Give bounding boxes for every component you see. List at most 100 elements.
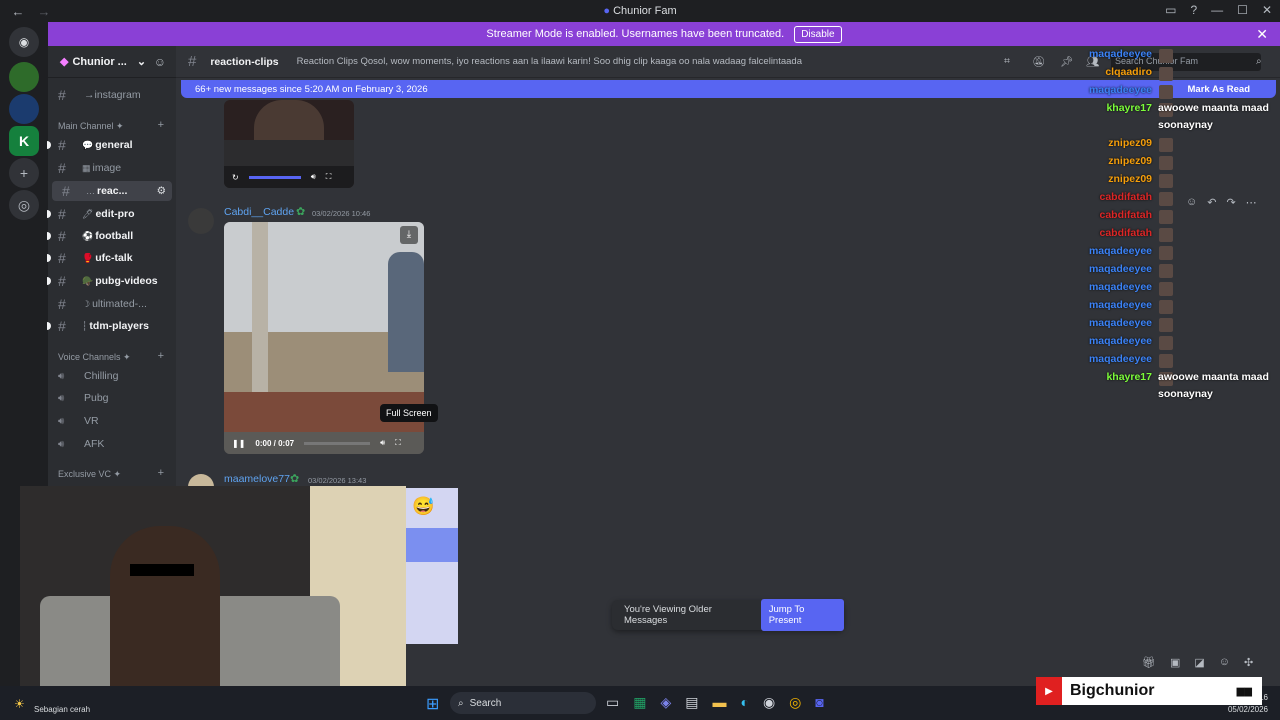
more-icon[interactable]: ⋯ xyxy=(1246,196,1257,209)
overlay-username: cabdifatah xyxy=(1099,209,1152,221)
weather-text: Sebagian cerah xyxy=(34,705,91,714)
overlay-avatar xyxy=(1159,336,1173,350)
discord-taskbar-icon[interactable]: ◙ xyxy=(815,694,823,711)
youtube-icon: ▶ xyxy=(1036,677,1062,705)
jump-to-present-button[interactable]: Jump To Present xyxy=(760,599,844,631)
volume-icon[interactable]: 🔊︎ xyxy=(311,172,316,182)
message-author[interactable]: maamelove77 xyxy=(224,473,290,485)
hash-icon: # xyxy=(58,137,66,153)
overlay-username: khayre17 xyxy=(1106,102,1152,114)
mute-icon[interactable]: 🔕︎ xyxy=(1032,55,1045,68)
channel-5[interactable]: # 🥊 ufc-talk xyxy=(47,248,176,268)
maximize-button[interactable]: ☐ xyxy=(1237,3,1248,17)
progress-bar[interactable] xyxy=(304,441,371,445)
channel-8[interactable]: # ┆ tdm-players xyxy=(47,316,176,336)
excel-icon[interactable]: ▦ xyxy=(633,694,646,711)
overlay-avatar xyxy=(1159,228,1173,242)
taskbar-search-label: Search xyxy=(469,697,502,709)
channel-7[interactable]: # ☽ ultimated-... xyxy=(48,294,176,314)
start-icon[interactable]: ⊞ xyxy=(426,694,439,714)
add-reaction-icon[interactable]: ☺ xyxy=(1186,196,1197,209)
overlay-avatar xyxy=(1159,156,1173,170)
gif-icon[interactable]: ▣ xyxy=(1170,656,1180,669)
add-exclusive-channel-icon[interactable]: + xyxy=(158,467,164,479)
close-button[interactable]: ✕ xyxy=(1262,3,1272,17)
pin-icon[interactable]: 📌︎ xyxy=(1060,55,1073,68)
channel-1[interactable]: # ▦ image xyxy=(48,158,176,178)
channel-emoji-icon: … xyxy=(86,186,95,196)
overlay-username: maqadeeyee xyxy=(1088,281,1152,293)
server-icon-chunior[interactable] xyxy=(9,62,39,92)
add-member-icon[interactable]: ☺ xyxy=(154,55,166,69)
volume-icon[interactable]: 🔊︎ xyxy=(380,438,385,448)
replay-icon[interactable]: ↻ xyxy=(232,173,239,182)
voice-channel-2[interactable]: 🔊︎ VR xyxy=(48,411,176,431)
fullscreen-icon[interactable]: ⛶ xyxy=(395,438,401,448)
add-server-icon[interactable]: + xyxy=(9,158,39,188)
voice-channel-0[interactable]: 🔊︎ Chilling xyxy=(48,366,176,386)
channel-instagram[interactable]: # →instagram xyxy=(48,85,176,105)
category-voice-channels[interactable]: Voice Channels ✦ xyxy=(58,352,131,363)
obs-icon[interactable]: ◉ xyxy=(763,694,775,711)
discord-home-icon[interactable]: ◉ xyxy=(9,27,39,57)
disable-button[interactable]: Disable xyxy=(794,25,842,43)
title-bar: ← → ● Chunior Fam ▭ ? — ☐ ✕ xyxy=(0,0,1280,22)
channel-0[interactable]: # 💬 general xyxy=(47,135,176,155)
overlay-username: maqadeeyee xyxy=(1088,48,1152,60)
video-player-previous[interactable]: ↻ 🔊︎ ⛶ xyxy=(224,100,354,188)
channel-3[interactable]: # 🖊 edit-pro xyxy=(47,204,176,224)
edge-icon[interactable]: ◐ xyxy=(740,694,748,711)
category-exclusive-vc[interactable]: Exclusive VC ✦ xyxy=(58,469,121,480)
voice-channel-1[interactable]: 🔊︎ Pubg xyxy=(48,388,176,408)
taskbar-search[interactable]: ⌕ Search xyxy=(450,692,596,714)
apps-icon[interactable]: ✣ xyxy=(1244,656,1253,669)
server-icon-blue[interactable] xyxy=(9,94,39,124)
teams-icon[interactable]: ◈ xyxy=(660,694,671,711)
close-icon[interactable]: ✕ xyxy=(1256,26,1268,43)
channel-settings-icon[interactable]: ⚙ xyxy=(157,185,166,197)
overlay-avatar xyxy=(1159,300,1173,314)
threads-icon[interactable]: ⌗ xyxy=(1004,55,1010,68)
server-icon-k[interactable]: K xyxy=(9,126,39,156)
overlay-avatar xyxy=(1159,246,1173,260)
add-voice-channel-icon[interactable]: + xyxy=(158,350,164,362)
fullscreen-icon[interactable]: ⛶ xyxy=(326,172,332,182)
forward-icon[interactable]: ↷ xyxy=(1226,196,1235,209)
channel-topic[interactable]: Reaction Clips Qosol, wow moments, iyo r… xyxy=(297,56,802,67)
gift-icon[interactable]: 🎁︎ xyxy=(1142,656,1156,669)
search-icon: ⌕ xyxy=(1256,56,1262,67)
chrome-icon[interactable]: ◎ xyxy=(789,694,801,711)
overlay-username: znipez09 xyxy=(1108,173,1152,185)
channel-label: football xyxy=(95,230,134,242)
channel-4[interactable]: # ⚽ football xyxy=(47,226,176,246)
reply-icon[interactable]: ↶ xyxy=(1207,196,1216,209)
unread-indicator xyxy=(47,322,51,330)
add-channel-icon[interactable]: + xyxy=(158,119,164,131)
server-badge-icon: ◆ xyxy=(60,56,69,68)
pause-icon[interactable]: ❚❚ xyxy=(232,439,245,448)
help-icon[interactable]: ? xyxy=(1190,3,1197,17)
download-icon[interactable]: ⤓ xyxy=(400,226,418,244)
sticker-icon[interactable]: ◪ xyxy=(1194,656,1204,669)
voice-channel-3[interactable]: 🔊︎ AFK xyxy=(48,434,176,454)
channel-emoji-icon: ⚽ xyxy=(82,230,94,241)
channel-6[interactable]: # 🪖 pubg-videos xyxy=(47,271,176,291)
minimize-button[interactable]: — xyxy=(1211,3,1223,17)
task-view-icon[interactable]: ▭ xyxy=(606,694,619,711)
emoji-picker-icon[interactable]: ☺ xyxy=(1219,656,1230,669)
overlay-avatar xyxy=(1159,282,1173,296)
chevron-down-icon: ⌄ xyxy=(136,56,147,68)
inbox-icon[interactable]: ▭ xyxy=(1165,3,1176,17)
mark-as-read-button[interactable]: Mark As Read xyxy=(1188,84,1250,95)
message-image[interactable]: 😅 xyxy=(406,488,458,644)
store-icon[interactable]: ▤ xyxy=(685,694,698,711)
message-author[interactable]: Cabdi__Cadde xyxy=(224,206,294,218)
explore-icon[interactable]: ◎ xyxy=(9,190,39,220)
server-header[interactable]: ◆ Chunior ... ⌄ ☺ xyxy=(48,46,176,78)
avatar[interactable] xyxy=(188,208,214,234)
unread-indicator xyxy=(47,232,51,240)
category-main-channel[interactable]: Main Channel ✦ xyxy=(58,121,124,132)
progress-bar[interactable] xyxy=(248,175,301,179)
file-explorer-icon[interactable]: ▬ xyxy=(712,694,726,711)
channel-2[interactable]: # … reac... ⚙ xyxy=(52,181,172,201)
